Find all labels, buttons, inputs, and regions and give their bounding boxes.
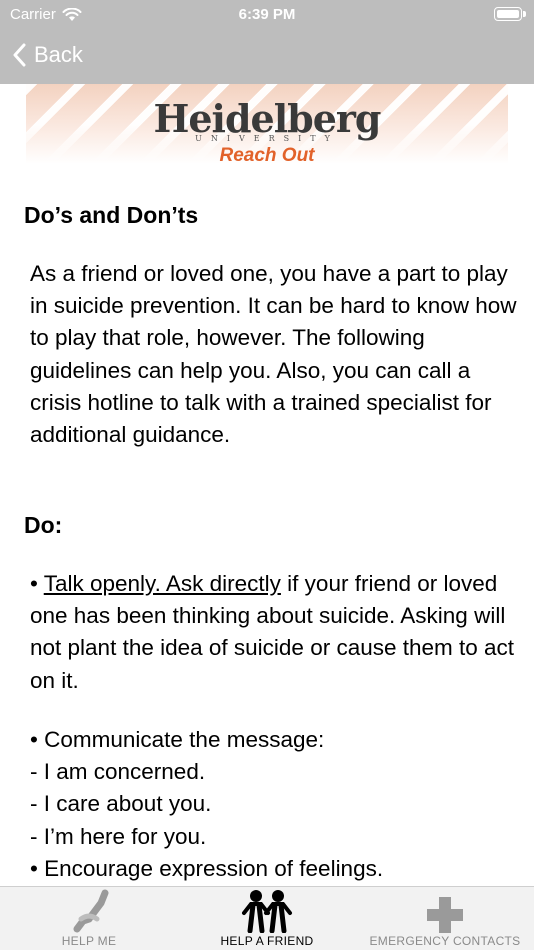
logo-subtitle: UNIVERSITY <box>195 134 339 143</box>
helping-hands-icon <box>73 889 109 933</box>
status-bar: Carrier 6:39 PM <box>0 0 534 30</box>
guideline-talk-openly: • Talk openly. Ask directly if your frie… <box>30 568 520 697</box>
guideline-communicate: • Communicate the message: - I am concer… <box>30 724 520 885</box>
page-title: Do’s and Don’ts <box>24 202 199 228</box>
talk-openly-emphasis: Talk openly. Ask directly <box>43 571 281 596</box>
bullet-prefix: • <box>30 571 44 596</box>
main-content: Do’s and Don’ts As a friend or loved one… <box>0 184 534 886</box>
tab-label: EMERGENCY CONTACTS <box>369 934 521 948</box>
communicate-heading: • Communicate the message: <box>30 727 325 752</box>
navigation-bar: Back <box>0 30 534 84</box>
clock: 6:39 PM <box>238 6 296 23</box>
tab-help-a-friend[interactable]: HELP A FRIEND <box>178 887 356 951</box>
logo-wordmark: Heidelberg <box>153 96 381 141</box>
reach-out-label: Reach Out <box>219 145 315 166</box>
tab-help-me[interactable]: HELP ME <box>0 887 178 951</box>
header-banner: Heidelberg UNIVERSITY Reach Out <box>26 84 508 184</box>
chevron-left-icon <box>13 43 26 67</box>
message-item: - I’m here for you. <box>30 823 207 849</box>
tab-emergency-contacts[interactable]: EMERGENCY CONTACTS <box>356 887 534 951</box>
guideline-encourage-feelings: • Encourage expression of feelings. <box>30 855 384 881</box>
tab-label: HELP A FRIEND <box>220 934 314 948</box>
do-heading: Do: <box>24 512 63 538</box>
tab-label: HELP ME <box>61 934 117 948</box>
plus-cross-icon <box>427 897 463 933</box>
message-item: - I am concerned. <box>30 759 206 785</box>
people-icon <box>242 890 292 933</box>
university-logo: Heidelberg UNIVERSITY Reach Out <box>26 100 508 167</box>
back-button[interactable]: Back <box>12 40 83 70</box>
tab-bar: HELP ME HELP A FRIEND EMERGENCY CONTACTS <box>0 886 534 950</box>
back-label: Back <box>34 42 83 67</box>
message-item: - I care about you. <box>30 791 212 817</box>
battery-icon <box>494 7 526 21</box>
intro-paragraph: As a friend or loved one, you have a par… <box>30 261 517 448</box>
